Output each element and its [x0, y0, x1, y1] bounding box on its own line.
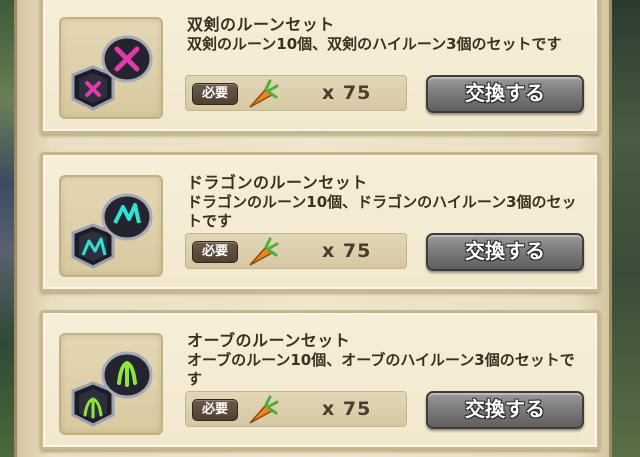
twin-sword-rune-icon	[71, 35, 153, 111]
cost-bar: 必要 x 75	[185, 233, 407, 269]
item-icon-frame	[59, 17, 163, 119]
exchange-button[interactable]: 交換する	[426, 75, 584, 113]
cost-bar: 必要 x 75	[185, 75, 407, 111]
offer-card-dragon: ドラゴンのルーンセット ドラゴンのルーン10個、ドラゴンのハイルーン3個のセット…	[40, 152, 600, 292]
orb-rune-icon	[71, 351, 153, 427]
carrot-icon	[249, 79, 279, 108]
required-badge: 必要	[192, 399, 238, 421]
offer-title: オーブのルーンセット	[187, 331, 351, 350]
offer-card-twin-swords: 双剣のルーンセット 双剣のルーン10個、双剣のハイルーン3個のセットです 必要 …	[40, 0, 600, 134]
offer-title: ドラゴンのルーンセット	[187, 173, 368, 192]
offer-description: ドラゴンのルーン10個、ドラゴンのハイルーン3個のセットです	[187, 193, 577, 230]
exchange-button[interactable]: 交換する	[426, 233, 584, 271]
cost-amount: x 75	[322, 240, 372, 262]
required-badge: 必要	[192, 241, 238, 263]
required-badge: 必要	[192, 83, 238, 105]
exchange-button[interactable]: 交換する	[426, 391, 584, 429]
item-icon-frame	[59, 175, 163, 277]
offer-description: オーブのルーン10個、オーブのハイルーン3個のセットです	[187, 351, 575, 388]
dragon-rune-icon	[71, 193, 153, 269]
offer-description: 双剣のルーン10個、双剣のハイルーン3個のセットです	[187, 35, 562, 53]
offer-title: 双剣のルーンセット	[187, 15, 335, 34]
carrot-icon	[249, 237, 279, 266]
cost-bar: 必要 x 75	[185, 391, 407, 427]
item-icon-frame	[59, 333, 163, 435]
offer-card-orb: オーブのルーンセット オーブのルーン10個、オーブのハイルーン3個のセットです …	[40, 310, 600, 450]
cost-amount: x 75	[322, 82, 372, 104]
carrot-icon	[249, 395, 279, 424]
cost-amount: x 75	[322, 398, 372, 420]
